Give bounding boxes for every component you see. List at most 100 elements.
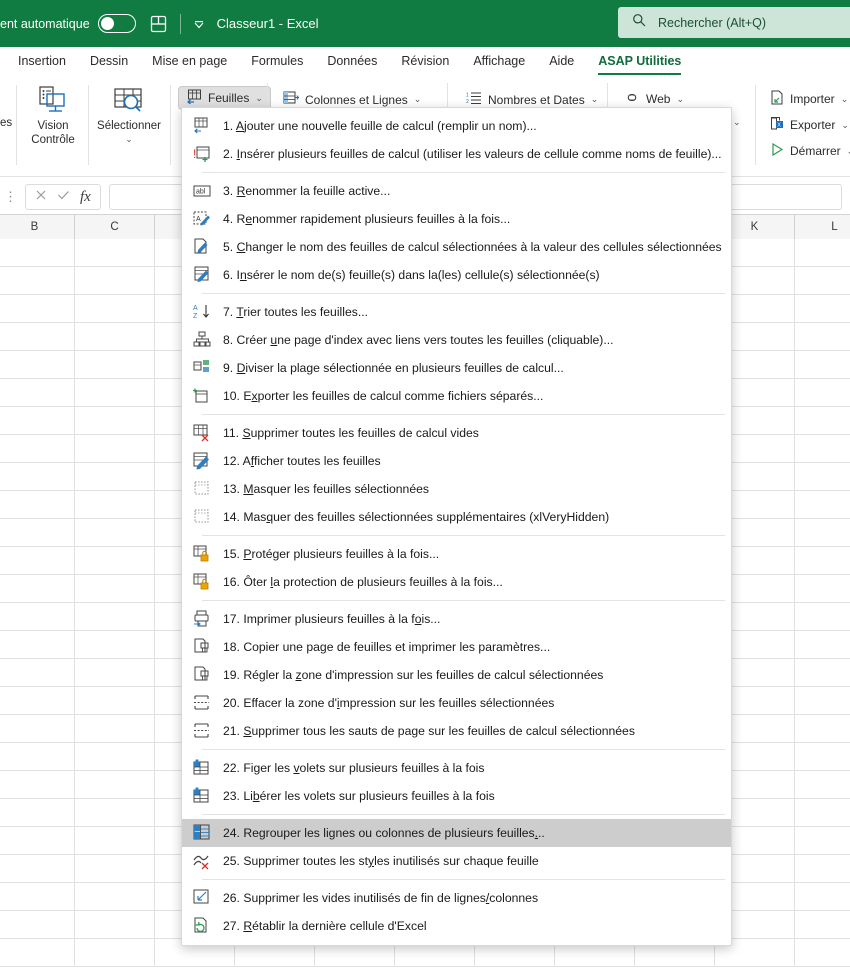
tab-mise-en-page[interactable]: Mise en page — [152, 54, 227, 70]
menu-item-17[interactable]: 17. Imprimer plusieurs feuilles à la foi… — [182, 605, 731, 633]
menu-item-6[interactable]: 6. Insérer le nom de(s) feuille(s) dans … — [182, 261, 731, 289]
table-row[interactable] — [0, 939, 75, 967]
table-row[interactable] — [75, 911, 155, 939]
table-row[interactable] — [75, 463, 155, 491]
table-row[interactable] — [0, 407, 75, 435]
table-row[interactable] — [75, 771, 155, 799]
table-row[interactable] — [795, 267, 850, 295]
table-row[interactable] — [795, 603, 850, 631]
table-row[interactable] — [0, 295, 75, 323]
menu-item-8[interactable]: 8. Créer une page d'index avec liens ver… — [182, 326, 731, 354]
demarrer-menu-button[interactable]: Démarrer ⌄ — [764, 139, 850, 163]
table-row[interactable] — [795, 379, 850, 407]
tab-formules[interactable]: Formules — [251, 54, 303, 70]
table-row[interactable] — [75, 743, 155, 771]
table-row[interactable] — [0, 911, 75, 939]
table-row[interactable] — [0, 603, 75, 631]
table-row[interactable] — [0, 687, 75, 715]
column-header-b[interactable]: B — [0, 215, 75, 239]
fx-icon[interactable]: fx — [80, 189, 91, 206]
cancel-x-icon[interactable] — [35, 188, 47, 206]
column-header-c[interactable]: C — [75, 215, 155, 239]
table-row[interactable] — [795, 911, 850, 939]
column-header-l[interactable]: L — [795, 215, 850, 239]
table-row[interactable] — [795, 491, 850, 519]
menu-item-25[interactable]: 25. Supprimer toutes les styles inutilis… — [182, 847, 731, 875]
table-row[interactable] — [75, 659, 155, 687]
table-row[interactable] — [795, 799, 850, 827]
table-row[interactable] — [75, 267, 155, 295]
table-row[interactable] — [75, 491, 155, 519]
table-row[interactable] — [0, 771, 75, 799]
table-row[interactable] — [795, 687, 850, 715]
table-row[interactable] — [75, 323, 155, 351]
table-row[interactable] — [75, 603, 155, 631]
tab-revision[interactable]: Révision — [401, 54, 449, 70]
table-row[interactable] — [75, 379, 155, 407]
table-row[interactable] — [795, 939, 850, 967]
menu-item-12[interactable]: 12. Afficher toutes les feuilles — [182, 447, 731, 475]
table-row[interactable] — [75, 883, 155, 911]
menu-item-22[interactable]: 22. Figer les volets sur plusieurs feuil… — [182, 754, 731, 782]
table-row[interactable] — [0, 631, 75, 659]
table-row[interactable] — [0, 463, 75, 491]
table-row[interactable] — [75, 519, 155, 547]
menu-item-9[interactable]: 9. Diviser la plage sélectionnée en plus… — [182, 354, 731, 382]
table-row[interactable] — [75, 715, 155, 743]
select-button[interactable]: Sélectionner ⌄ — [90, 83, 168, 146]
tab-asap-utilities[interactable]: ASAP Utilities — [598, 54, 682, 76]
table-row[interactable] — [795, 743, 850, 771]
menu-item-18[interactable]: 18. Copier une page de feuilles et impri… — [182, 633, 731, 661]
table-row[interactable] — [795, 771, 850, 799]
table-row[interactable] — [795, 631, 850, 659]
autosave-toggle[interactable] — [97, 14, 136, 33]
table-row[interactable] — [0, 519, 75, 547]
table-row[interactable] — [0, 883, 75, 911]
table-row[interactable] — [0, 267, 75, 295]
table-row[interactable] — [75, 547, 155, 575]
table-row[interactable] — [75, 827, 155, 855]
menu-item-2[interactable]: ! 2. Insérer plusieurs feuilles de calcul… — [182, 140, 731, 168]
table-row[interactable] — [0, 547, 75, 575]
table-row[interactable] — [75, 295, 155, 323]
table-row[interactable] — [0, 351, 75, 379]
tab-dessin[interactable]: Dessin — [90, 54, 128, 70]
table-row[interactable] — [0, 743, 75, 771]
table-row[interactable] — [795, 463, 850, 491]
table-row[interactable] — [795, 519, 850, 547]
menu-item-14[interactable]: 14. Masquer des feuilles sélectionnées s… — [182, 503, 731, 531]
table-row[interactable] — [795, 351, 850, 379]
importer-menu-button[interactable]: Importer ⌄ — [764, 87, 850, 111]
exporter-menu-button[interactable]: X Exporter ⌄ — [764, 113, 850, 137]
menu-item-19[interactable]: 19. Régler la zone d'impression sur les … — [182, 661, 731, 689]
table-row[interactable] — [75, 435, 155, 463]
menu-item-23[interactable]: 23. Libérer les volets sur plusieurs feu… — [182, 782, 731, 810]
chevron-down-icon[interactable] — [193, 18, 205, 30]
menu-item-24[interactable]: 24. Regrouper les lignes ou colonnes de … — [182, 819, 731, 847]
table-row[interactable] — [0, 323, 75, 351]
table-row[interactable] — [75, 575, 155, 603]
vertical-dots-handle[interactable]: ⋮ — [4, 189, 17, 205]
menu-item-3[interactable]: abl 3. Renommer la feuille active... — [182, 177, 731, 205]
accept-check-icon[interactable] — [57, 188, 70, 206]
table-row[interactable] — [795, 239, 850, 267]
table-row[interactable] — [795, 295, 850, 323]
tab-affichage[interactable]: Affichage — [473, 54, 525, 70]
table-row[interactable] — [795, 659, 850, 687]
search-input[interactable]: Rechercher (Alt+Q) — [618, 7, 850, 38]
table-row[interactable] — [0, 239, 75, 267]
table-row[interactable] — [795, 855, 850, 883]
menu-item-1[interactable]: 1. Ajouter une nouvelle feuille de calcu… — [182, 112, 731, 140]
table-row[interactable] — [795, 827, 850, 855]
table-row[interactable] — [795, 547, 850, 575]
table-row[interactable] — [0, 799, 75, 827]
menu-item-4[interactable]: A 4. Renommer rapidement plusieurs feuill… — [182, 205, 731, 233]
menu-item-10[interactable]: 10. Exporter les feuilles de calcul comm… — [182, 382, 731, 410]
menu-item-7[interactable]: A Z 7. Trier toutes les feuilles... — [182, 298, 731, 326]
menu-item-26[interactable]: 26. Supprimer les vides inutilisés de fi… — [182, 884, 731, 912]
tab-insertion[interactable]: Insertion — [18, 54, 66, 70]
table-row[interactable] — [75, 855, 155, 883]
table-row[interactable] — [0, 435, 75, 463]
table-row[interactable] — [795, 323, 850, 351]
table-row[interactable] — [795, 407, 850, 435]
